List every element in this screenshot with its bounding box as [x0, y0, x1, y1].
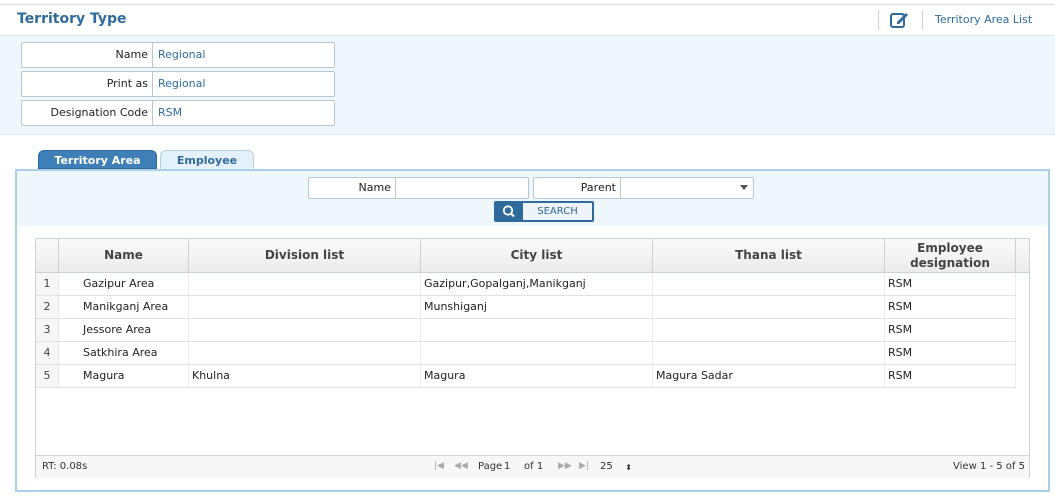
table-row[interactable]: 3 Jessore Area RSM — [36, 319, 1016, 342]
page-title: Territory Type — [17, 11, 127, 27]
cell-designation: RSM — [885, 319, 1016, 341]
toolbar-divider — [922, 10, 923, 30]
table-row[interactable]: 1 Gazipur Area Gazipur,Gopalganj,Manikga… — [36, 273, 1016, 296]
filter-parent-field: Parent — [533, 177, 754, 199]
page-size-value: 25 — [600, 461, 613, 472]
cell-city — [421, 319, 653, 341]
row-number: 4 — [36, 342, 59, 364]
tab-territory-area[interactable]: Territory Area — [38, 150, 157, 169]
cell-division — [189, 296, 421, 318]
cell-thana — [653, 319, 885, 341]
filter-name-label: Name — [309, 178, 396, 198]
page-number-input[interactable]: 1 — [504, 460, 518, 474]
first-page-button[interactable]: |◀ — [434, 461, 444, 471]
cell-city: Magura — [421, 365, 653, 387]
cell-city: Gazipur,Gopalganj,Manikganj — [421, 273, 653, 295]
search-icon — [496, 203, 523, 220]
territory-area-panel: Name Parent SEARCH Name Division list Ci… — [15, 169, 1050, 492]
updown-caret-icon: ⬍ — [625, 463, 632, 472]
name-value[interactable]: Regional — [158, 43, 205, 67]
cell-thana: Magura Sadar — [653, 365, 885, 387]
tab-employee[interactable]: Employee — [160, 150, 254, 169]
column-header-name[interactable]: Name — [59, 239, 189, 272]
chevron-down-icon[interactable] — [740, 185, 748, 190]
designation-code-label: Designation Code — [22, 101, 153, 125]
column-header-division[interactable]: Division list — [189, 239, 421, 272]
cell-division — [189, 342, 421, 364]
table-row[interactable]: 4 Satkhira Area RSM — [36, 342, 1016, 365]
filter-parent-label: Parent — [534, 178, 621, 198]
cell-name: Satkhira Area — [59, 342, 189, 364]
cell-division — [189, 273, 421, 295]
search-button-label: SEARCH — [523, 203, 592, 220]
table-row[interactable]: 5 Magura Khulna Magura Magura Sadar RSM — [36, 365, 1016, 388]
cell-name: Manikganj Area — [59, 296, 189, 318]
cell-division — [189, 319, 421, 341]
filter-name-input[interactable] — [397, 179, 527, 197]
cell-thana — [653, 273, 885, 295]
cell-thana — [653, 342, 885, 364]
row-number: 3 — [36, 319, 59, 341]
print-as-field: Print as Regional — [21, 71, 335, 97]
last-page-button[interactable]: ▶| — [579, 461, 589, 471]
top-bar: Territory Type Territory Area List — [0, 4, 1055, 36]
column-header-thana[interactable]: Thana list — [653, 239, 885, 272]
cell-designation: RSM — [885, 296, 1016, 318]
territory-type-form: Name Regional Print as Regional Designat… — [0, 36, 1055, 135]
filter-bar: Name Parent SEARCH — [17, 171, 1048, 226]
cell-name: Gazipur Area — [59, 273, 189, 295]
row-number-header — [36, 239, 59, 272]
next-page-button[interactable]: ▶▶ — [558, 461, 572, 471]
cell-division: Khulna — [189, 365, 421, 387]
cell-designation: RSM — [885, 273, 1016, 295]
row-number: 5 — [36, 365, 59, 387]
column-header-city[interactable]: City list — [421, 239, 653, 272]
row-number: 2 — [36, 296, 59, 318]
name-label: Name — [22, 43, 153, 67]
cell-city — [421, 342, 653, 364]
prev-page-button[interactable]: ◀◀ — [454, 461, 468, 471]
print-as-label: Print as — [22, 72, 153, 96]
cell-city: Munshiganj — [421, 296, 653, 318]
edit-button[interactable] — [889, 10, 911, 30]
designation-code-value[interactable]: RSM — [158, 101, 182, 125]
response-time: RT: 0.08s — [42, 461, 88, 472]
edit-icon — [890, 13, 908, 28]
page-size-select[interactable]: 25 ⬍ — [600, 460, 634, 474]
column-header-designation[interactable]: Employee designation — [885, 239, 1016, 272]
territory-area-grid: Name Division list City list Thana list … — [35, 238, 1030, 478]
row-number: 1 — [36, 273, 59, 295]
view-records-info: View 1 - 5 of 5 — [953, 461, 1025, 472]
page-label: Page — [478, 461, 503, 472]
designation-code-field: Designation Code RSM — [21, 100, 335, 126]
cell-designation: RSM — [885, 342, 1016, 364]
print-as-value[interactable]: Regional — [158, 72, 205, 96]
search-button[interactable]: SEARCH — [494, 201, 594, 222]
table-row[interactable]: 2 Manikganj Area Munshiganj RSM — [36, 296, 1016, 319]
name-field: Name Regional — [21, 42, 335, 68]
filter-parent-select[interactable] — [622, 179, 734, 197]
toolbar-divider — [878, 10, 879, 30]
territory-area-list-link[interactable]: Territory Area List — [935, 13, 1032, 26]
cell-name: Jessore Area — [59, 319, 189, 341]
grid-header: Name Division list City list Thana list … — [36, 239, 1029, 273]
cell-thana — [653, 296, 885, 318]
cell-designation: RSM — [885, 365, 1016, 387]
grid-pager: RT: 0.08s |◀ ◀◀ Page 1 of 1 ▶▶ ▶| 25 ⬍ V… — [36, 455, 1029, 478]
page-count: of 1 — [524, 461, 544, 472]
filter-name-field: Name — [308, 177, 529, 199]
cell-name: Magura — [59, 365, 189, 387]
